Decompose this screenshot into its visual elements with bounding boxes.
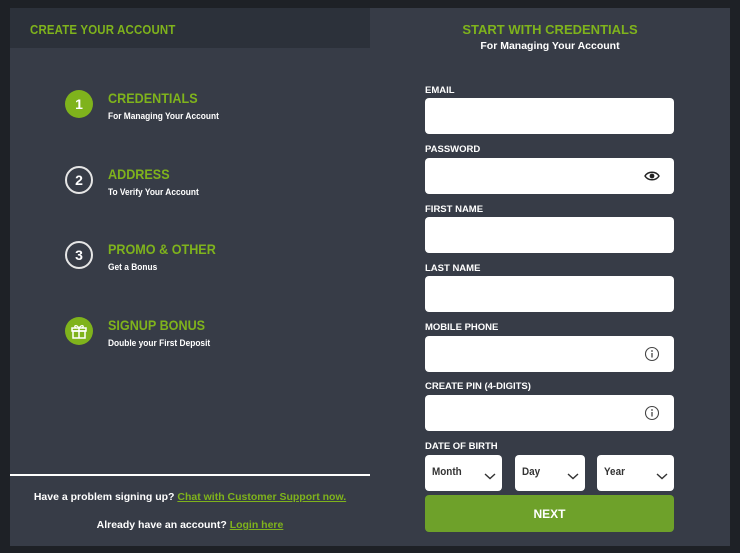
first-name-field-box — [425, 217, 674, 253]
divider — [10, 474, 370, 476]
dob-year-value: Year — [604, 466, 625, 478]
eye-icon[interactable] — [644, 168, 660, 184]
support-line: Have a problem signing up? Chat with Cus… — [10, 491, 370, 503]
step-subtitle: For Managing Your Account — [108, 111, 219, 122]
login-line: Already have an account? Login here — [10, 519, 370, 531]
password-label: PASSWORD — [425, 144, 481, 155]
last-name-field-box — [425, 276, 674, 312]
login-text: Already have an account? — [96, 519, 227, 531]
step-credentials: 1 CREDENTIALS For Managing Your Account — [65, 90, 365, 130]
pin-field-box — [425, 395, 674, 431]
login-link[interactable]: Login here — [230, 519, 284, 531]
credentials-form: START WITH CREDENTIALS For Managing Your… — [370, 8, 730, 546]
info-icon[interactable] — [644, 405, 660, 421]
step-number-2: 2 — [65, 166, 93, 194]
dob-label: DATE OF BIRTH — [425, 441, 498, 452]
password-field-box — [425, 158, 674, 194]
mobile-phone-field-box — [425, 336, 674, 372]
step-signup-bonus: SIGNUP BONUS Double your First Deposit — [65, 317, 365, 357]
info-icon[interactable] — [644, 346, 660, 362]
email-field[interactable] — [425, 98, 645, 132]
first-name-label: FIRST NAME — [425, 204, 484, 215]
support-chat-link[interactable]: Chat with Customer Support now. — [177, 491, 346, 503]
step-subtitle: Double your First Deposit — [108, 338, 211, 349]
mobile-phone-label: MOBILE PHONE — [425, 322, 499, 333]
dob-month-select[interactable]: Month — [425, 455, 502, 491]
last-name-label: LAST NAME — [425, 263, 481, 274]
support-text: Have a problem signing up? — [33, 491, 175, 503]
pin-field[interactable] — [425, 395, 645, 429]
mobile-phone-field[interactable] — [425, 336, 645, 370]
steps-panel: CREATE YOUR ACCOUNT 1 CREDENTIALS For Ma… — [10, 8, 370, 546]
step-subtitle: To Verify Your Account — [108, 187, 199, 198]
password-field[interactable] — [425, 158, 645, 192]
chevron-down-icon — [656, 468, 668, 480]
first-name-field[interactable] — [425, 217, 645, 251]
step-title: CREDENTIALS — [108, 90, 198, 106]
step-number-1: 1 — [65, 90, 93, 118]
dob-day-select[interactable]: Day — [515, 455, 585, 491]
form-title: START WITH CREDENTIALS — [462, 22, 638, 37]
step-title: ADDRESS — [108, 166, 170, 182]
form-subtitle: For Managing Your Account — [480, 40, 620, 52]
chevron-down-icon — [484, 468, 496, 480]
step-number-3: 3 — [65, 241, 93, 269]
step-title: SIGNUP BONUS — [108, 317, 206, 333]
chevron-down-icon — [567, 468, 579, 480]
step-promo: 3 PROMO & OTHER Get a Bonus — [65, 241, 365, 281]
panel-title: CREATE YOUR ACCOUNT — [30, 22, 176, 37]
next-button[interactable]: NEXT — [425, 495, 674, 532]
step-subtitle: Get a Bonus — [108, 262, 158, 273]
last-name-field[interactable] — [425, 276, 645, 310]
dob-day-value: Day — [522, 466, 541, 478]
pin-label: CREATE PIN (4-DIGITS) — [425, 381, 531, 392]
step-address: 2 ADDRESS To Verify Your Account — [65, 166, 365, 206]
email-field-box — [425, 98, 674, 134]
steps-header: CREATE YOUR ACCOUNT — [10, 8, 370, 48]
dob-month-value: Month — [432, 466, 462, 478]
step-title: PROMO & OTHER — [108, 241, 216, 257]
dob-year-select[interactable]: Year — [597, 455, 674, 491]
gift-icon — [65, 317, 93, 345]
email-label: EMAIL — [425, 85, 455, 96]
